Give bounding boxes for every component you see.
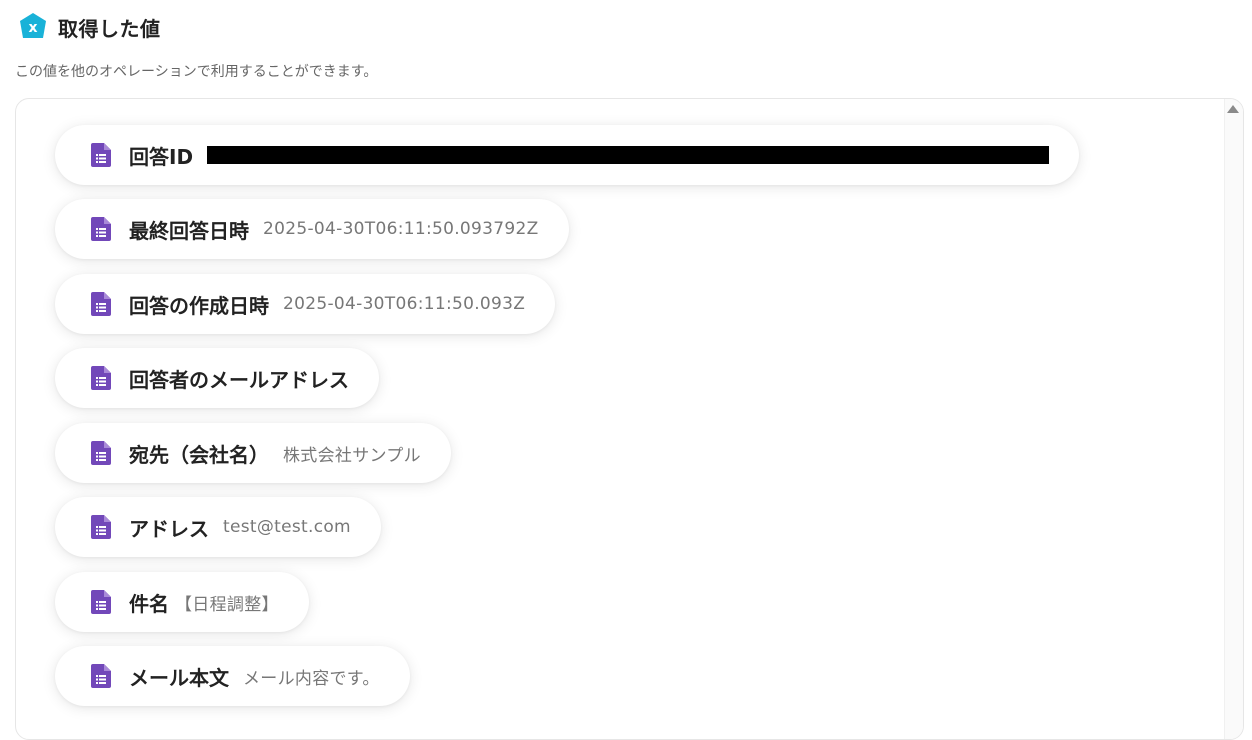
value-chip-response-created-time[interactable]: 回答の作成日時 2025-04-30T06:11:50.093Z (55, 274, 556, 334)
redacted-value (207, 146, 1050, 164)
forms-document-icon (91, 441, 111, 465)
value-chip-response-id[interactable]: 回答ID (55, 125, 1080, 185)
value-chip-address[interactable]: アドレス test@test.com (55, 497, 381, 557)
forms-document-icon (91, 292, 111, 316)
chip-label: 最終回答日時 (129, 218, 249, 243)
chip-value: 株式会社サンプル (283, 445, 421, 466)
chip-label: 件名 (129, 591, 169, 616)
chip-value: 【日程調整】 (175, 594, 279, 615)
forms-document-icon (91, 217, 111, 241)
yoom-x-icon: x (18, 12, 48, 42)
scrollbar[interactable] (1224, 99, 1243, 739)
section-description: この値を他のオペレーションで利用することができます。 (15, 64, 378, 80)
chip-value: メール内容です。 (243, 668, 380, 689)
value-chip-company-name[interactable]: 宛先（会社名） 株式会社サンプル (55, 423, 451, 483)
value-chip-last-response-time[interactable]: 最終回答日時 2025-04-30T06:11:50.093792Z (55, 199, 569, 259)
forms-document-icon (91, 366, 111, 390)
forms-document-icon (91, 515, 111, 539)
value-chip-mail-body[interactable]: メール本文 メール内容です。 (55, 646, 410, 706)
chip-label: アドレス (129, 516, 209, 541)
value-chip-subject[interactable]: 件名 【日程調整】 (55, 572, 309, 632)
chip-label: 回答の作成日時 (129, 293, 269, 318)
values-panel: 回答ID 最終回答日時 2025-04-30T06:11:50.093792Z … (15, 98, 1244, 740)
value-chip-respondent-email[interactable]: 回答者のメールアドレス (55, 348, 379, 408)
chip-value: test@test.com (223, 517, 351, 537)
chip-value: 2025-04-30T06:11:50.093792Z (263, 219, 539, 239)
forms-document-icon (91, 664, 111, 688)
chip-label: 回答者のメールアドレス (129, 367, 349, 392)
forms-document-icon (91, 143, 111, 167)
section-title: 取得した値 (58, 16, 161, 41)
svg-text:x: x (28, 20, 37, 36)
chip-label: 回答ID (129, 144, 194, 169)
scroll-up-arrow-icon[interactable] (1227, 105, 1239, 113)
chip-value: 2025-04-30T06:11:50.093Z (283, 294, 526, 314)
chip-label: 宛先（会社名） (129, 442, 269, 467)
chip-label: メール本文 (129, 665, 229, 690)
forms-document-icon (91, 590, 111, 614)
section-header: x 取得した値 (18, 12, 161, 42)
